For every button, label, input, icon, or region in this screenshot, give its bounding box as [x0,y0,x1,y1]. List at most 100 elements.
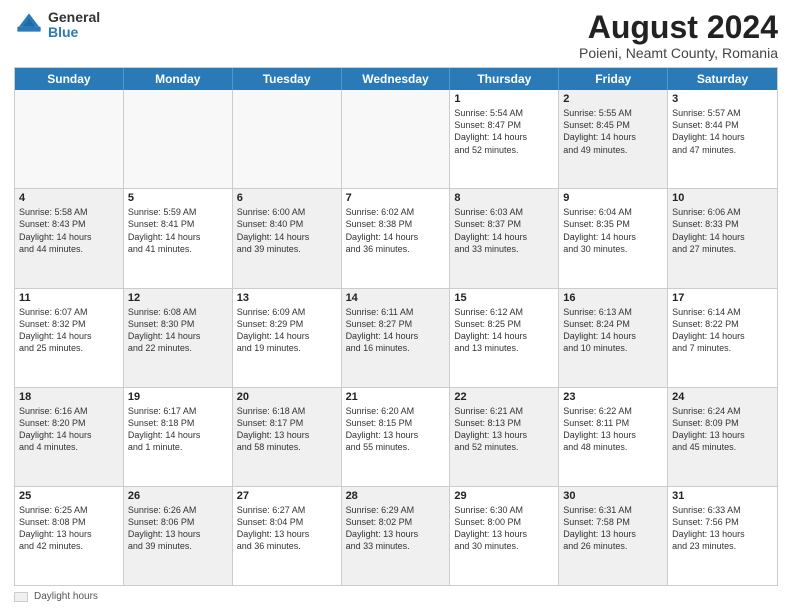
calendar: SundayMondayTuesdayWednesdayThursdayFrid… [14,67,778,586]
cell-daylight-info: Sunrise: 6:14 AM Sunset: 8:22 PM Dayligh… [672,306,773,355]
day-number: 11 [19,292,119,304]
calendar-cell-day-30: 30Sunrise: 6:31 AM Sunset: 7:58 PM Dayli… [559,487,668,585]
location-subtitle: Poieni, Neamt County, Romania [579,45,778,61]
day-number: 27 [237,490,337,502]
calendar-cell-day-2: 2 Sunrise: 5:55 AM Sunset: 8:45 PM Daylig… [559,90,668,188]
cell-daylight-info: Sunrise: 6:30 AM Sunset: 8:00 PM Dayligh… [454,504,554,553]
calendar-cell-day-20: 20Sunrise: 6:18 AM Sunset: 8:17 PM Dayli… [233,388,342,486]
cell-daylight-info: Sunrise: 6:07 AM Sunset: 8:32 PM Dayligh… [19,306,119,355]
legend-label: Daylight hours [34,591,98,602]
day-number: 25 [19,490,119,502]
day-number: 13 [237,292,337,304]
day-of-week-thursday: Thursday [450,68,559,90]
calendar-cell-day-19: 19Sunrise: 6:17 AM Sunset: 8:18 PM Dayli… [124,388,233,486]
day-number: 2 [563,93,663,105]
cell-daylight-info: Sunrise: 6:08 AM Sunset: 8:30 PM Dayligh… [128,306,228,355]
cell-daylight-info: Sunrise: 6:13 AM Sunset: 8:24 PM Dayligh… [563,306,663,355]
calendar-cell-day-5: 5Sunrise: 5:59 AM Sunset: 8:41 PM Daylig… [124,189,233,287]
month-title: August 2024 [579,10,778,45]
calendar-row-5: 25 Sunrise: 6:25 AM Sunset: 8:08 PM Dayli… [15,487,777,585]
calendar-cell-empty-0-2 [233,90,342,188]
day-number: 23 [563,391,663,403]
day-number: 1 [454,93,554,105]
footer: Daylight hours [14,591,778,602]
cell-daylight-info: Sunrise: 5:55 AM Sunset: 8:45 PM Dayligh… [563,107,663,156]
day-number: 17 [672,292,773,304]
header: General Blue August 2024 Poieni, Neamt C… [14,10,778,61]
cell-daylight-info: Sunrise: 6:18 AM Sunset: 8:17 PM Dayligh… [237,405,337,454]
day-of-week-tuesday: Tuesday [233,68,342,90]
cell-daylight-info: Sunrise: 6:06 AM Sunset: 8:33 PM Dayligh… [672,206,773,255]
cell-daylight-info: Sunrise: 6:11 AM Sunset: 8:27 PM Dayligh… [346,306,446,355]
day-number: 5 [128,192,228,204]
day-number: 22 [454,391,554,403]
day-number: 10 [672,192,773,204]
calendar-cell-empty-0-3 [342,90,451,188]
calendar-cell-day-13: 13 Sunrise: 6:09 AM Sunset: 8:29 PM Dayli… [233,289,342,387]
calendar-body: 1Sunrise: 5:54 AM Sunset: 8:47 PM Daylig… [15,90,777,585]
day-number: 18 [19,391,119,403]
day-number: 4 [19,192,119,204]
cell-daylight-info: Sunrise: 6:04 AM Sunset: 8:35 PM Dayligh… [563,206,663,255]
cell-daylight-info: Sunrise: 6:02 AM Sunset: 8:38 PM Dayligh… [346,206,446,255]
calendar-cell-day-31: 31 Sunrise: 6:33 AM Sunset: 7:56 PM Dayli… [668,487,777,585]
title-section: August 2024 Poieni, Neamt County, Romani… [579,10,778,61]
cell-daylight-info: Sunrise: 6:00 AM Sunset: 8:40 PM Dayligh… [237,206,337,255]
day-of-week-friday: Friday [559,68,668,90]
day-number: 6 [237,192,337,204]
day-number: 31 [672,490,773,502]
calendar-cell-day-7: 7 Sunrise: 6:02 AM Sunset: 8:38 PM Daylig… [342,189,451,287]
logo-blue: Blue [48,24,78,40]
day-number: 28 [346,490,446,502]
calendar-cell-day-9: 9 Sunrise: 6:04 AM Sunset: 8:35 PM Daylig… [559,189,668,287]
cell-daylight-info: Sunrise: 6:09 AM Sunset: 8:29 PM Dayligh… [237,306,337,355]
calendar-cell-day-12: 12 Sunrise: 6:08 AM Sunset: 8:30 PM Dayli… [124,289,233,387]
logo: General Blue [14,10,100,41]
calendar-cell-day-16: 16 Sunrise: 6:13 AM Sunset: 8:24 PM Dayli… [559,289,668,387]
calendar-cell-day-17: 17 Sunrise: 6:14 AM Sunset: 8:22 PM Dayli… [668,289,777,387]
day-number: 21 [346,391,446,403]
calendar-cell-day-10: 10 Sunrise: 6:06 AM Sunset: 8:33 PM Dayli… [668,189,777,287]
cell-daylight-info: Sunrise: 6:12 AM Sunset: 8:25 PM Dayligh… [454,306,554,355]
cell-daylight-info: Sunrise: 6:29 AM Sunset: 8:02 PM Dayligh… [346,504,446,553]
day-number: 7 [346,192,446,204]
day-number: 26 [128,490,228,502]
cell-daylight-info: Sunrise: 6:31 AM Sunset: 7:58 PM Dayligh… [563,504,663,553]
logo-general: General [48,9,100,25]
cell-daylight-info: Sunrise: 6:25 AM Sunset: 8:08 PM Dayligh… [19,504,119,553]
calendar-cell-day-14: 14Sunrise: 6:11 AM Sunset: 8:27 PM Dayli… [342,289,451,387]
calendar-cell-day-8: 8Sunrise: 6:03 AM Sunset: 8:37 PM Daylig… [450,189,559,287]
cell-daylight-info: Sunrise: 6:03 AM Sunset: 8:37 PM Dayligh… [454,206,554,255]
day-number: 29 [454,490,554,502]
day-number: 3 [672,93,773,105]
day-number: 24 [672,391,773,403]
logo-text: General Blue [48,10,100,41]
calendar-cell-day-28: 28 Sunrise: 6:29 AM Sunset: 8:02 PM Dayli… [342,487,451,585]
day-number: 9 [563,192,663,204]
day-of-week-saturday: Saturday [668,68,777,90]
calendar-cell-day-27: 27 Sunrise: 6:27 AM Sunset: 8:04 PM Dayli… [233,487,342,585]
day-of-week-monday: Monday [124,68,233,90]
cell-daylight-info: Sunrise: 6:33 AM Sunset: 7:56 PM Dayligh… [672,504,773,553]
cell-daylight-info: Sunrise: 6:22 AM Sunset: 8:11 PM Dayligh… [563,405,663,454]
calendar-cell-day-22: 22 Sunrise: 6:21 AM Sunset: 8:13 PM Dayli… [450,388,559,486]
calendar-row-3: 11 Sunrise: 6:07 AM Sunset: 8:32 PM Dayli… [15,289,777,388]
day-number: 12 [128,292,228,304]
calendar-row-2: 4Sunrise: 5:58 AM Sunset: 8:43 PM Daylig… [15,189,777,288]
day-of-week-wednesday: Wednesday [342,68,451,90]
page: General Blue August 2024 Poieni, Neamt C… [0,0,792,612]
calendar-cell-day-29: 29 Sunrise: 6:30 AM Sunset: 8:00 PM Dayli… [450,487,559,585]
calendar-cell-day-1: 1Sunrise: 5:54 AM Sunset: 8:47 PM Daylig… [450,90,559,188]
calendar-cell-day-21: 21Sunrise: 6:20 AM Sunset: 8:15 PM Dayli… [342,388,451,486]
cell-daylight-info: Sunrise: 6:21 AM Sunset: 8:13 PM Dayligh… [454,405,554,454]
cell-daylight-info: Sunrise: 6:16 AM Sunset: 8:20 PM Dayligh… [19,405,119,454]
cell-daylight-info: Sunrise: 5:57 AM Sunset: 8:44 PM Dayligh… [672,107,773,156]
calendar-cell-day-26: 26Sunrise: 6:26 AM Sunset: 8:06 PM Dayli… [124,487,233,585]
calendar-cell-day-6: 6 Sunrise: 6:00 AM Sunset: 8:40 PM Daylig… [233,189,342,287]
day-number: 16 [563,292,663,304]
logo-icon [14,10,44,40]
cell-daylight-info: Sunrise: 6:17 AM Sunset: 8:18 PM Dayligh… [128,405,228,454]
cell-daylight-info: Sunrise: 6:27 AM Sunset: 8:04 PM Dayligh… [237,504,337,553]
day-of-week-sunday: Sunday [15,68,124,90]
calendar-cell-empty-0-1 [124,90,233,188]
